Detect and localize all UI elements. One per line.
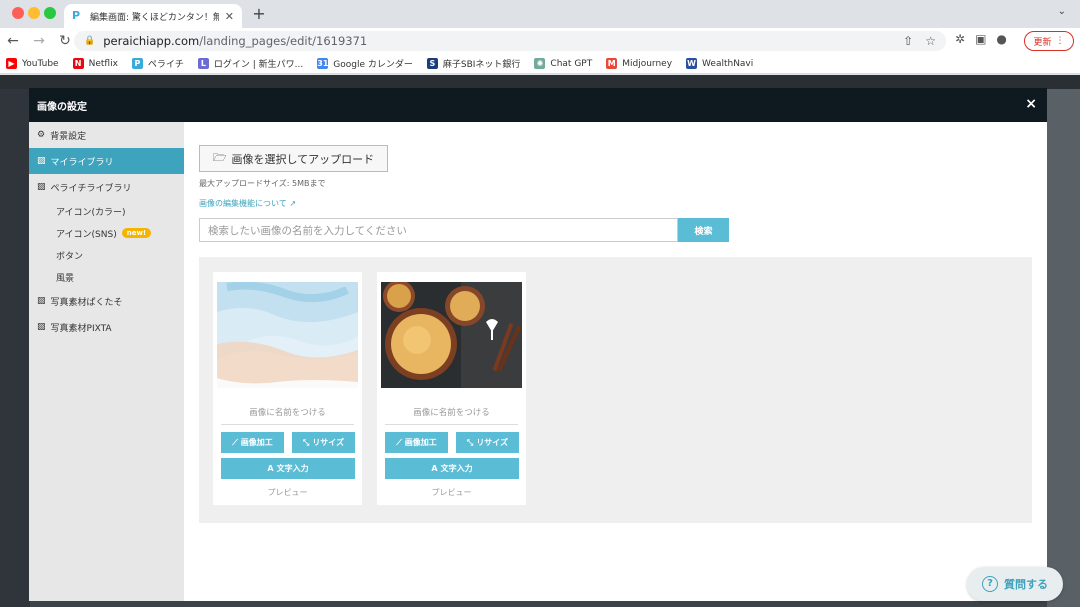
image-icon: ▨ [37,182,46,192]
editor-topbar [0,75,1080,89]
maximize-window-button[interactable] [44,7,56,19]
library-sidebar: ⚙ 背景設定 ▨ マイライブラリ ▨ ペライチライブラリ アイコン(カラー) ア… [29,122,184,601]
magic-wand-icon: ⟋ [232,437,238,447]
bookmark-item[interactable]: S 麻子SBIネット銀行 [426,57,520,70]
omnibox[interactable]: 🔒 peraichiapp.com/landing_pages/edit/161… [74,31,946,51]
login-icon: L [197,58,209,69]
preview-link[interactable]: プレビュー [377,487,526,498]
image-name-prompt[interactable]: 画像に名前をつける [377,406,526,418]
youtube-icon: ▶ [6,58,17,69]
bookmark-item[interactable]: ▶ YouTube [6,58,59,69]
image-card: 画像に名前をつける ⟋ 画像加工 ⤡ リサイズ A 文字入力 プレビュー [213,272,362,505]
modal-title: 画像の設定 [37,101,87,113]
editor-right-panel [1047,89,1080,607]
text-input-button[interactable]: A 文字入力 [385,458,519,479]
midjourney-icon: M [606,58,618,69]
tab-title: 編集画面: 驚くほどカンタン！無料 [90,12,219,23]
bank-icon: S [426,58,438,69]
resize-icon: ⤡ [302,437,310,447]
sidebar-item-background[interactable]: ⚙ 背景設定 [29,122,184,148]
new-badge: new! [121,228,152,238]
image-edit-info-link[interactable]: 画像の編集機能について ↗ [199,198,296,209]
creme-brulee-thumbnail[interactable] [381,282,522,388]
new-tab-button[interactable]: + [250,4,268,23]
image-name-prompt[interactable]: 画像に名前をつける [213,406,362,418]
max-upload-size: 最大アップロードサイズ: 5MBまで [199,179,326,188]
sidebar-item-button[interactable]: ボタン [29,244,184,266]
profile-avatar-icon[interactable]: ● [996,32,1006,46]
bookmarks-bar: ▶ YouTube N Netflix P ペライチ L ログイン | 新生パワ... 31 Go… [0,54,1080,74]
sidebar-item-my-library[interactable]: ▨ マイライブラリ [29,148,184,174]
bookmark-star-icon[interactable]: ☆ [925,34,936,48]
image-icon: ▨ [37,322,46,332]
resize-button[interactable]: ⤡ リサイズ [456,432,519,453]
close-window-button[interactable] [12,7,24,19]
question-icon: ? [982,576,998,592]
sidebar-item-icon-color[interactable]: アイコン(カラー) [29,200,184,222]
external-link-icon: ↗ [289,199,297,208]
upload-image-button[interactable]: 🗁 画像を選択してアップロード [199,145,388,172]
library-main: 🗁 画像を選択してアップロード 最大アップロードサイズ: 5MBまで 画像の編集… [184,122,1047,601]
share-icon[interactable]: ⇧ [903,34,913,48]
update-button[interactable]: 更新 ⋮ [1024,31,1074,51]
bookmark-item[interactable]: N Netflix [72,58,118,69]
bookmark-item[interactable]: P ペライチ [131,57,184,70]
sidebar-item-peraichi-library[interactable]: ▨ ペライチライブラリ [29,174,184,200]
ask-question-button[interactable]: ? 質問する [967,567,1063,601]
image-icon: ▨ [37,156,46,166]
image-icon: ▨ [37,296,46,306]
image-edit-button[interactable]: ⟋ 画像加工 [221,432,284,453]
bookmark-item[interactable]: W WealthNavi [686,58,753,69]
text-input-button[interactable]: A 文字入力 [221,458,355,479]
wealthnavi-icon: W [686,58,698,69]
browser-tab-active[interactable]: P 編集画面: 驚くほどカンタン！無料 ✕ [64,4,242,28]
image-edit-button[interactable]: ⟋ 画像加工 [385,432,448,453]
text-a-icon: A [431,464,438,473]
netflix-icon: N [72,58,84,69]
tab-close-icon[interactable]: ✕ [225,10,234,23]
bookmark-item[interactable]: 31 Google カレンダー [317,57,413,70]
lock-icon: 🔒 [84,36,96,46]
calendar-icon: 31 [317,58,329,69]
sidebar-item-pakutaso[interactable]: ▨ 写真素材ぱくたそ [29,288,184,314]
sidebar-item-icon-sns[interactable]: アイコン(SNS) new! [29,222,184,244]
image-card: 画像に名前をつける ⟋ 画像加工 ⤡ リサイズ A 文字入力 プレビュー [377,272,526,505]
editor-sidebar [0,89,30,607]
image-search-input[interactable]: 検索したい画像の名前を入力してください [199,218,678,242]
gear-icon: ⚙ [37,130,46,140]
bookmark-item[interactable]: L ログイン | 新生パワ... [197,57,303,70]
peraichi-icon: P [131,58,143,69]
text-a-icon: A [267,464,274,473]
bookmark-item[interactable]: ✺ Chat GPT [534,58,592,69]
address-bar-row: ← → ↻ 🔒 peraichiapp.com/landing_pages/ed… [0,28,1080,54]
preview-link[interactable]: プレビュー [213,487,362,498]
image-settings-modal: 画像の設定 × ⚙ 背景設定 ▨ マイライブラリ ▨ ペライチライブラリ アイコ… [29,88,1047,601]
extensions-puzzle-icon[interactable]: ✲ [955,32,965,46]
peraichi-favicon-icon: P [72,9,81,22]
resize-icon: ⤡ [466,437,474,447]
tab-search-icon[interactable]: ⌄ [1058,6,1066,17]
sidebar-item-pixta[interactable]: ▨ 写真素材PIXTA [29,314,184,340]
magic-wand-icon: ⟋ [396,437,402,447]
sidebar-item-scenery[interactable]: 風景 [29,266,184,288]
url-text: peraichiapp.com/landing_pages/edit/16193… [103,34,368,48]
chatgpt-icon: ✺ [534,58,546,69]
browser-tabbar: P 編集画面: 驚くほどカンタン！無料 ✕ + ⌄ [0,0,1080,28]
modal-header: 画像の設定 × [29,88,1047,122]
minimize-window-button[interactable] [28,7,40,19]
side-panel-icon[interactable]: ▣ [975,32,986,46]
forward-button[interactable]: → [26,33,52,49]
folder-open-icon: 🗁 [212,151,227,164]
kebab-menu-icon: ⋮ [1055,36,1065,46]
back-button[interactable]: ← [0,33,26,49]
resize-button[interactable]: ⤡ リサイズ [292,432,355,453]
watercolor-thumbnail[interactable] [217,282,358,388]
image-gallery: 画像に名前をつける ⟋ 画像加工 ⤡ リサイズ A 文字入力 プレビュー 画像に… [199,257,1032,523]
modal-close-button[interactable]: × [1025,96,1037,112]
bookmark-item[interactable]: M Midjourney [606,58,672,69]
search-button[interactable]: 検索 [678,218,729,242]
